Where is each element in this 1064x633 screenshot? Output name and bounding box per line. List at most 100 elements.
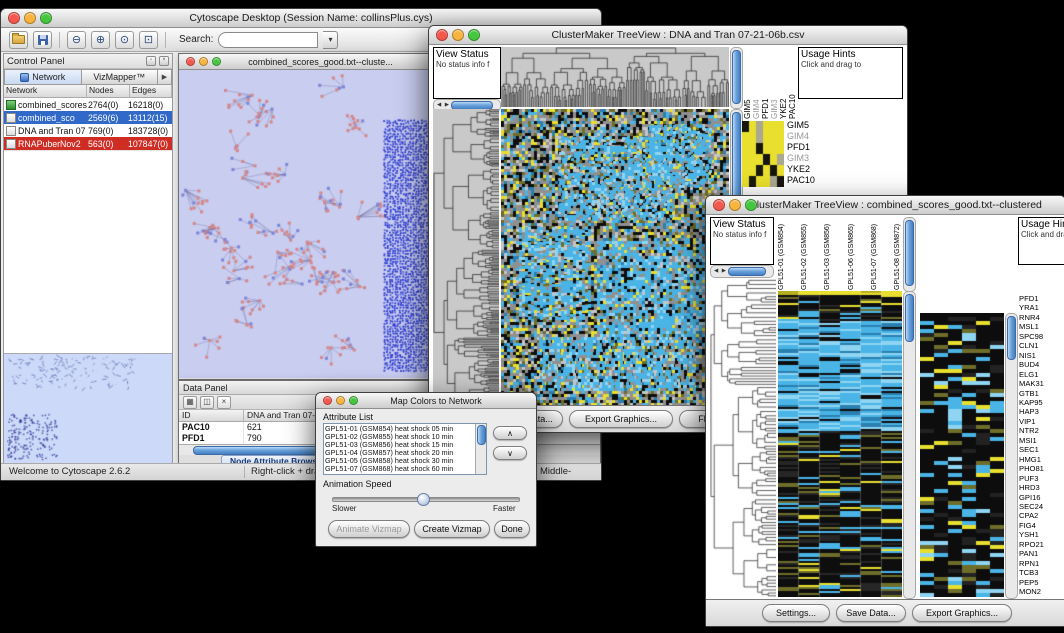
gene-label[interactable]: TCB3 — [1019, 568, 1063, 577]
gene-label[interactable]: MSL1 — [1019, 322, 1063, 331]
gene-label[interactable]: HMG1 — [1019, 455, 1063, 464]
network-window-titlebar[interactable]: combined_scores_good.txt--cluste... — [179, 54, 442, 70]
array-column-label[interactable]: GPL51-02 (GSM855) — [801, 217, 809, 290]
gene-label[interactable]: NIS1 — [1019, 351, 1063, 360]
move-up-button[interactable]: ∧ — [493, 426, 527, 440]
tab-network[interactable]: Network — [4, 69, 82, 85]
vscroll-thumb[interactable] — [732, 50, 741, 104]
gene-label[interactable]: PEP5 — [1019, 578, 1063, 587]
tab-vizmapper[interactable]: VizMapper™ — [82, 69, 159, 85]
column-header[interactable]: Nodes — [87, 85, 130, 97]
save-session-icon[interactable] — [33, 31, 52, 49]
select-attributes-icon[interactable]: ▦ — [183, 396, 197, 409]
gene-label[interactable]: GIM5 — [787, 120, 839, 131]
gene-label[interactable]: RPN1 — [1019, 559, 1063, 568]
search-dropdown-icon[interactable]: ▾ — [323, 31, 338, 49]
column-header[interactable]: Edges — [130, 85, 172, 97]
gene-label[interactable]: CLN1 — [1019, 341, 1063, 350]
column-dendrogram[interactable] — [501, 47, 729, 107]
zoom-out-icon[interactable]: ⊖ — [67, 31, 86, 49]
cluster-heatmap[interactable] — [778, 291, 902, 597]
heatmap-vscrollbar[interactable] — [903, 291, 916, 599]
close-icon[interactable] — [8, 12, 20, 24]
delete-attribute-icon[interactable]: × — [217, 396, 231, 409]
selection-vscrollbar[interactable] — [1005, 313, 1018, 599]
network-row[interactable]: combined_scores 2764(0) 16218(0) — [4, 98, 172, 111]
vscroll-thumb[interactable] — [905, 220, 914, 286]
create-attribute-icon[interactable]: ◫ — [200, 396, 214, 409]
animation-speed-slider[interactable] — [332, 497, 520, 502]
gene-label[interactable]: HRD3 — [1019, 483, 1063, 492]
export-graphics-button[interactable]: Export Graphics... — [912, 604, 1012, 622]
slider-thumb[interactable] — [417, 493, 430, 506]
close-icon[interactable] — [186, 57, 195, 66]
maximize-icon[interactable] — [212, 57, 221, 66]
array-column-label[interactable]: GPL51-08 (GSM872) — [894, 217, 902, 290]
gene-label[interactable]: VIP1 — [1019, 417, 1063, 426]
gene-label[interactable]: PAC10 — [787, 175, 839, 186]
array-column-label[interactable]: GPL51-03 (GSM856) — [824, 217, 832, 290]
column-dendrogram-vscrollbar[interactable] — [730, 47, 743, 109]
minimize-icon[interactable] — [336, 396, 345, 405]
cluster-heatmap[interactable] — [501, 109, 729, 406]
gene-label[interactable]: GTB1 — [1019, 389, 1063, 398]
array-column-label[interactable]: GPL51-06 (GSM865) — [848, 217, 856, 290]
gene-label[interactable]: YRA1 — [1019, 303, 1063, 312]
export-graphics-button[interactable]: Export Graphics... — [569, 410, 673, 428]
matrix-column-label[interactable]: YKE2 — [779, 46, 788, 119]
gene-label[interactable]: KAP95 — [1019, 398, 1063, 407]
gene-label[interactable]: YSH1 — [1019, 530, 1063, 539]
array-column-label[interactable]: GPL51-07 (GSM868) — [871, 217, 879, 290]
gene-label[interactable]: YKE2 — [787, 164, 839, 175]
close-icon[interactable] — [323, 396, 332, 405]
maximize-icon[interactable] — [468, 29, 480, 41]
matrix-column-label[interactable]: GIM5 — [743, 46, 752, 119]
float-panel-icon[interactable] — [146, 56, 156, 66]
column-labels-vscrollbar[interactable] — [903, 217, 916, 292]
maximize-icon[interactable] — [40, 12, 52, 24]
gene-label[interactable]: ELG1 — [1019, 370, 1063, 379]
maximize-icon[interactable] — [349, 396, 358, 405]
minimize-icon[interactable] — [199, 57, 208, 66]
hscroll-thumb[interactable] — [728, 267, 766, 276]
network-overview-thumbnail[interactable] — [4, 354, 172, 463]
column-header[interactable]: Network — [4, 85, 87, 97]
gene-label[interactable]: CPA2 — [1019, 511, 1063, 520]
treeview2-titlebar[interactable]: ClusterMaker TreeView : combined_scores_… — [706, 196, 1064, 215]
create-vizmap-button[interactable]: Create Vizmap — [414, 520, 490, 538]
row-dendrogram[interactable] — [433, 109, 499, 406]
array-column-label[interactable]: GPL51-01 (GSM854) — [778, 217, 786, 290]
close-panel-icon[interactable] — [159, 56, 169, 66]
gene-label[interactable]: SEC1 — [1019, 445, 1063, 454]
gene-label[interactable]: PAN1 — [1019, 549, 1063, 558]
attribute-list-vscrollbar[interactable] — [475, 424, 486, 474]
vscroll-thumb[interactable] — [905, 294, 914, 342]
gene-label[interactable]: GPI16 — [1019, 493, 1063, 502]
gene-label[interactable]: GIM3 — [787, 153, 839, 164]
gene-label[interactable]: HAP3 — [1019, 407, 1063, 416]
dialog-titlebar[interactable]: Map Colors to Network — [316, 393, 536, 409]
gene-label[interactable]: PUF3 — [1019, 474, 1063, 483]
settings-button[interactable]: Settings... — [762, 604, 830, 622]
network-row[interactable]: DNA and Tran 07 769(0) 183728(0) — [4, 124, 172, 137]
gene-label[interactable]: GIM4 — [787, 131, 839, 142]
treeview1-titlebar[interactable]: ClusterMaker TreeView : DNA and Tran 07-… — [429, 26, 907, 45]
correlation-matrix[interactable] — [742, 121, 784, 187]
network-row[interactable]: RNAPuberNov2 563(0) 107847(0) — [4, 137, 172, 150]
network-canvas[interactable] — [179, 70, 440, 378]
maximize-icon[interactable] — [745, 199, 757, 211]
gene-label[interactable]: SPC98 — [1019, 332, 1063, 341]
matrix-column-label[interactable]: GIM4 — [752, 46, 761, 119]
vscroll-thumb[interactable] — [1007, 316, 1016, 360]
open-session-icon[interactable] — [9, 31, 28, 49]
matrix-column-label[interactable]: PFD1 — [761, 46, 770, 119]
matrix-column-label[interactable]: GIM3 — [770, 46, 779, 119]
selection-heatmap[interactable] — [920, 313, 1004, 597]
close-icon[interactable] — [436, 29, 448, 41]
dendrogram-hscrollbar[interactable] — [710, 265, 774, 278]
search-input[interactable] — [218, 32, 318, 48]
network-row[interactable]: combined_sco 2569(6) 13112(15) — [4, 111, 172, 124]
row-dendrogram[interactable] — [710, 278, 776, 597]
gene-label[interactable]: RPO21 — [1019, 540, 1063, 549]
done-button[interactable]: Done — [494, 520, 530, 538]
